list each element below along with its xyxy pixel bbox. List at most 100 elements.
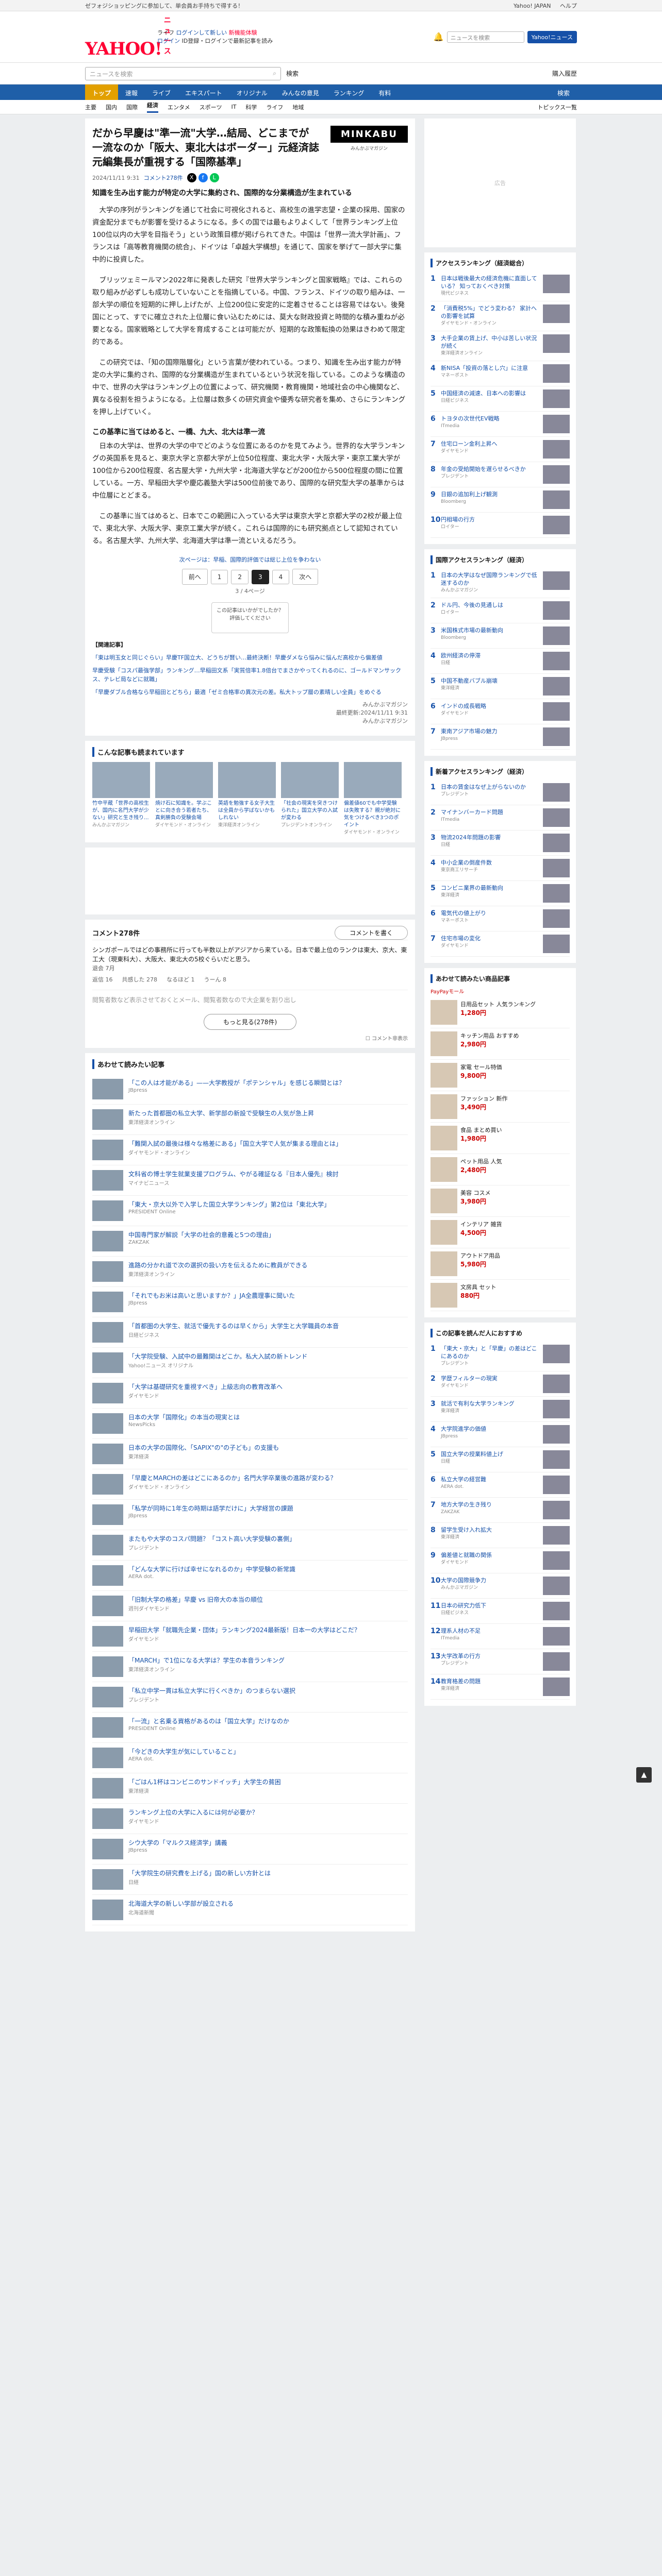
rating-prompt[interactable]: この記事はいかがでしたか？ 評価してください bbox=[211, 602, 289, 633]
nav-tab[interactable]: トップ bbox=[85, 84, 119, 100]
insight-button[interactable]: なるほど 1 bbox=[167, 975, 195, 985]
list-item[interactable]: 「この人は才能がある」——大学教授が「ポテンシャル」を感じる瞬間とは？ JBpre… bbox=[92, 1074, 408, 1105]
list-item[interactable]: 「東大・京大以外で入学した国立大学ランキング」第2位は「東北大学」 PRESIDE… bbox=[92, 1196, 408, 1226]
page-button[interactable]: 4 bbox=[272, 569, 290, 584]
bell-icon[interactable]: 🔔 bbox=[434, 32, 444, 42]
product-item[interactable]: 美容 コスメ 3,980円 bbox=[431, 1185, 570, 1217]
ranking-item[interactable]: 5 中国経済の減速、日本への影響は 日経ビジネス bbox=[431, 386, 570, 412]
ranking-item[interactable]: 6 電気代の値上がり マネーポスト bbox=[431, 906, 570, 931]
list-item[interactable]: 「今どきの大学生が気にしていること」 AERA dot. bbox=[92, 1743, 408, 1773]
ranking-item[interactable]: 3 米国株式市場の最新動向 Bloomberg bbox=[431, 623, 570, 649]
hide-comments-checkbox[interactable]: ☐ コメント非表示 bbox=[92, 1034, 408, 1042]
x-share-icon[interactable]: X bbox=[187, 173, 196, 182]
topbar-promo[interactable]: ゼフォジショッピングに参加して、単会員お手持ちで得する！ bbox=[85, 2, 243, 10]
search-button[interactable]: 検索 bbox=[286, 69, 299, 78]
yahoo-news-logo[interactable]: YAHOO! ニュース bbox=[85, 15, 171, 59]
list-item[interactable]: 「大学院受験、入試中の最難関はどこか。私大入試の新トレンド Yahoo!ニュース … bbox=[92, 1348, 408, 1378]
product-item[interactable]: アウトドア用品 5,980円 bbox=[431, 1248, 570, 1280]
list-item[interactable]: 「それでもお米は高いと思いますか？」JA全農理事に聞いた JBpress bbox=[92, 1287, 408, 1317]
list-item[interactable]: 進路の分かれ道で次の選択の扱い方を伝えるために教員ができる 東洋経済オンライン bbox=[92, 1257, 408, 1287]
recommend-card[interactable]: 偏差値60でも中学受験は失敗する？親が絶対に気をつけるべき3つのポイント ダイヤモ… bbox=[344, 762, 402, 836]
product-item[interactable]: ペット用品 人気 2,480円 bbox=[431, 1154, 570, 1185]
list-item[interactable]: 「どんな大学に行けば幸せになれるのか」中学受験の新常識 AERA dot. bbox=[92, 1561, 408, 1591]
ranking-item[interactable]: 8 留学生受け入れ拡大 東洋経済 bbox=[431, 1523, 570, 1548]
scroll-top-button[interactable]: ▲ bbox=[636, 1767, 652, 1783]
list-item[interactable]: 「首都圏の大学生、就活で優先するのは早くから」大学生と大学職員の本音 日経ビジネス bbox=[92, 1317, 408, 1348]
list-item[interactable]: 早稲田大学「就職先企業・団体」ランキング2024最新版！日本一の大学はどこだ？ ダ… bbox=[92, 1621, 408, 1652]
ranking-item[interactable]: 3 就活で有利な大学ランキング 東洋経済 bbox=[431, 1397, 570, 1422]
reply-button[interactable]: 返信 16 bbox=[92, 975, 113, 985]
list-item[interactable]: 日本の大学「国際化」の本当の現実とは NewsPicks bbox=[92, 1409, 408, 1439]
list-item[interactable]: 「旧制大学の格差」早慶 vs 旧帝大の本当の順位 週刊ダイヤモンド bbox=[92, 1591, 408, 1621]
ranking-item[interactable]: 7 住宅市場の変化 ダイヤモンド bbox=[431, 931, 570, 957]
product-item[interactable]: 家電 セール特価 9,800円 bbox=[431, 1060, 570, 1091]
purchase-history-link[interactable]: 購入履歴 bbox=[552, 69, 577, 78]
ranking-item[interactable]: 1 日本は戦後最大の経済危機に直面している？ 知っておくべき対策 現代ビジネス bbox=[431, 272, 570, 301]
related-link[interactable]: 「早慶ダブル合格なら早稲田とどちら」最適「ゼミ合格率の異次元の差。私大トップ層の… bbox=[92, 689, 382, 696]
write-comment-button[interactable]: コメントを書く bbox=[334, 926, 408, 940]
ranking-item[interactable]: 2 学歴フィルターの現実 ダイヤモンド bbox=[431, 1371, 570, 1397]
list-item[interactable]: 新たった首都圏の私立大学、新学部の新設で受験生の人気が急上昇 東洋経済オンライン bbox=[92, 1105, 408, 1135]
category-tab[interactable]: スポーツ bbox=[200, 103, 222, 111]
category-tab[interactable]: 主要 bbox=[85, 103, 96, 111]
news-search-input[interactable]: ニュースを検索 ⌕ bbox=[85, 66, 281, 80]
next-page-link[interactable]: 次ページは：早稲、国際的評価では総じ上位を争わない bbox=[92, 555, 408, 564]
ad-banner[interactable] bbox=[85, 848, 415, 914]
list-item[interactable]: 「大学は基礎研究を重視すべき」上級志向の教育改革へ ダイヤモンド bbox=[92, 1378, 408, 1409]
comment-count-link[interactable]: コメント278件 bbox=[144, 174, 183, 182]
ranking-item[interactable]: 13 大学改革の行方 プレジデント bbox=[431, 1649, 570, 1674]
nav-tab[interactable]: ランキング bbox=[326, 84, 372, 100]
ranking-item[interactable]: 1 日本の賃金はなぜ上がらないのか プレジデント bbox=[431, 780, 570, 805]
ranking-item[interactable]: 4 欧州経済の停滞 日経 bbox=[431, 649, 570, 674]
ranking-item[interactable]: 3 大手企業の賃上げ、中小は苦しい状況が続く 東洋経済オンライン bbox=[431, 331, 570, 361]
ranking-item[interactable]: 2 マイナンバーカード問題 ITmedia bbox=[431, 805, 570, 831]
ranking-item[interactable]: 11 日本の研究力低下 日経ビジネス bbox=[431, 1599, 570, 1624]
ranking-item[interactable]: 2 「消費税5%」でどう変わる？ 家計への影響を試算 ダイヤモンド・オンライン bbox=[431, 301, 570, 331]
list-item[interactable]: 「MARCH」で1位になる大学は？学生の本音ランキング 東洋経済オンライン bbox=[92, 1652, 408, 1682]
recommend-card[interactable]: 「社会の現実を突きつけられた」国立大学の入試が変わる プレジデントオンライン bbox=[281, 762, 339, 836]
list-item[interactable]: 「難関入試の最後は様々な格差にある」「国立大学で人気が集まる理由とは」 ダイヤモン… bbox=[92, 1135, 408, 1165]
category-tab[interactable]: 科学 bbox=[245, 103, 257, 111]
byline-publisher-2[interactable]: みんかぶマガジン bbox=[92, 717, 408, 725]
list-item[interactable]: 「早慶とMARCHの差はどこにあるのか」名門大学卒業後の進路が変わる？ ダイヤモン… bbox=[92, 1469, 408, 1500]
list-item[interactable]: ランキング上位の大学に入るには何が必要か？ ダイヤモンド bbox=[92, 1804, 408, 1834]
list-item[interactable]: 北海道大学の新しい学部が設立される 北海道新聞 bbox=[92, 1895, 408, 1925]
product-item[interactable]: ファッション 新作 3,490円 bbox=[431, 1091, 570, 1123]
product-item[interactable]: 日用品セット 人気ランキング 1,280円 bbox=[431, 997, 570, 1028]
ranking-item[interactable]: 2 ドル円、今後の見通しは ロイター bbox=[431, 598, 570, 623]
nav-tab[interactable]: 有料 bbox=[371, 84, 398, 100]
product-item[interactable]: インテリア 雑貨 4,500円 bbox=[431, 1217, 570, 1248]
product-item[interactable]: キッチン用品 おすすめ 2,980円 bbox=[431, 1028, 570, 1060]
ranking-item[interactable]: 5 中国不動産バブル崩壊 東洋経済 bbox=[431, 674, 570, 699]
ranking-item[interactable]: 4 中小企業の倒産件数 東京商工リサーチ bbox=[431, 856, 570, 881]
ranking-item[interactable]: 6 トヨタの次世代EV戦略 ITmedia bbox=[431, 412, 570, 437]
nav-tab[interactable]: ライブ bbox=[145, 84, 178, 100]
list-item[interactable]: 「私立中学一貫は私立大学に行くべきか」のつまらない選択 プレジデント bbox=[92, 1682, 408, 1713]
nav-tab[interactable]: みんなの意見 bbox=[275, 84, 326, 100]
list-item[interactable]: 「大学院生の研究費を上げる」国の新しい方針とは 日経 bbox=[92, 1865, 408, 1895]
header-line1r[interactable]: 新機能体験 bbox=[229, 29, 257, 36]
sidebar-ad[interactable]: 広告 bbox=[424, 118, 576, 247]
header-search-input[interactable]: ニュースを検索 bbox=[446, 31, 524, 43]
comment-user[interactable]: 退会 7月 bbox=[92, 964, 408, 973]
header-line1b[interactable]: ログインして新しい bbox=[176, 29, 227, 36]
nav-tab[interactable]: 速報 bbox=[118, 84, 145, 100]
nav-tab[interactable]: オリジナル bbox=[229, 84, 275, 100]
page-button[interactable]: 2 bbox=[231, 569, 249, 584]
list-item[interactable]: 中国専門家が解説「大学の社会的意義と5つの理由」 ZAKZAK bbox=[92, 1226, 408, 1257]
ranking-item[interactable]: 7 東南アジア市場の魅力 JBpress bbox=[431, 724, 570, 750]
related-link[interactable]: 早慶受験「コスパ最強学部」ランキング…早稲田文系「実質倍率1.8倍台でまさかやっ… bbox=[92, 667, 401, 683]
ranking-item[interactable]: 7 地方大学の生き残り ZAKZAK bbox=[431, 1498, 570, 1523]
ranking-item[interactable]: 7 住宅ローン金利上昇へ ダイヤモンド bbox=[431, 437, 570, 462]
ranking-item[interactable]: 10 大学の国際競争力 みんかぶマガジン bbox=[431, 1573, 570, 1599]
agree-button[interactable]: 共感した 278 bbox=[122, 975, 158, 985]
ranking-item[interactable]: 5 国立大学の授業料値上げ 日経 bbox=[431, 1447, 570, 1472]
recommend-card[interactable]: 英語を勉強する女子大生は全員から学ばないかもしれない 東洋経済オンライン bbox=[218, 762, 276, 836]
ranking-item[interactable]: 8 年金の受給開始を遅らせるべきか プレジデント bbox=[431, 462, 570, 487]
login-link[interactable]: ログイン bbox=[157, 38, 180, 44]
page-button[interactable]: 1 bbox=[210, 569, 228, 584]
ranking-item[interactable]: 9 日銀の追加利上げ観測 Bloomberg bbox=[431, 487, 570, 513]
page-button[interactable]: 前へ bbox=[181, 569, 208, 585]
topbar-link-help[interactable]: ヘルプ bbox=[560, 3, 577, 9]
ranking-item[interactable]: 4 新NISA「投資の落とし穴」に注意 マネーポスト bbox=[431, 361, 570, 386]
